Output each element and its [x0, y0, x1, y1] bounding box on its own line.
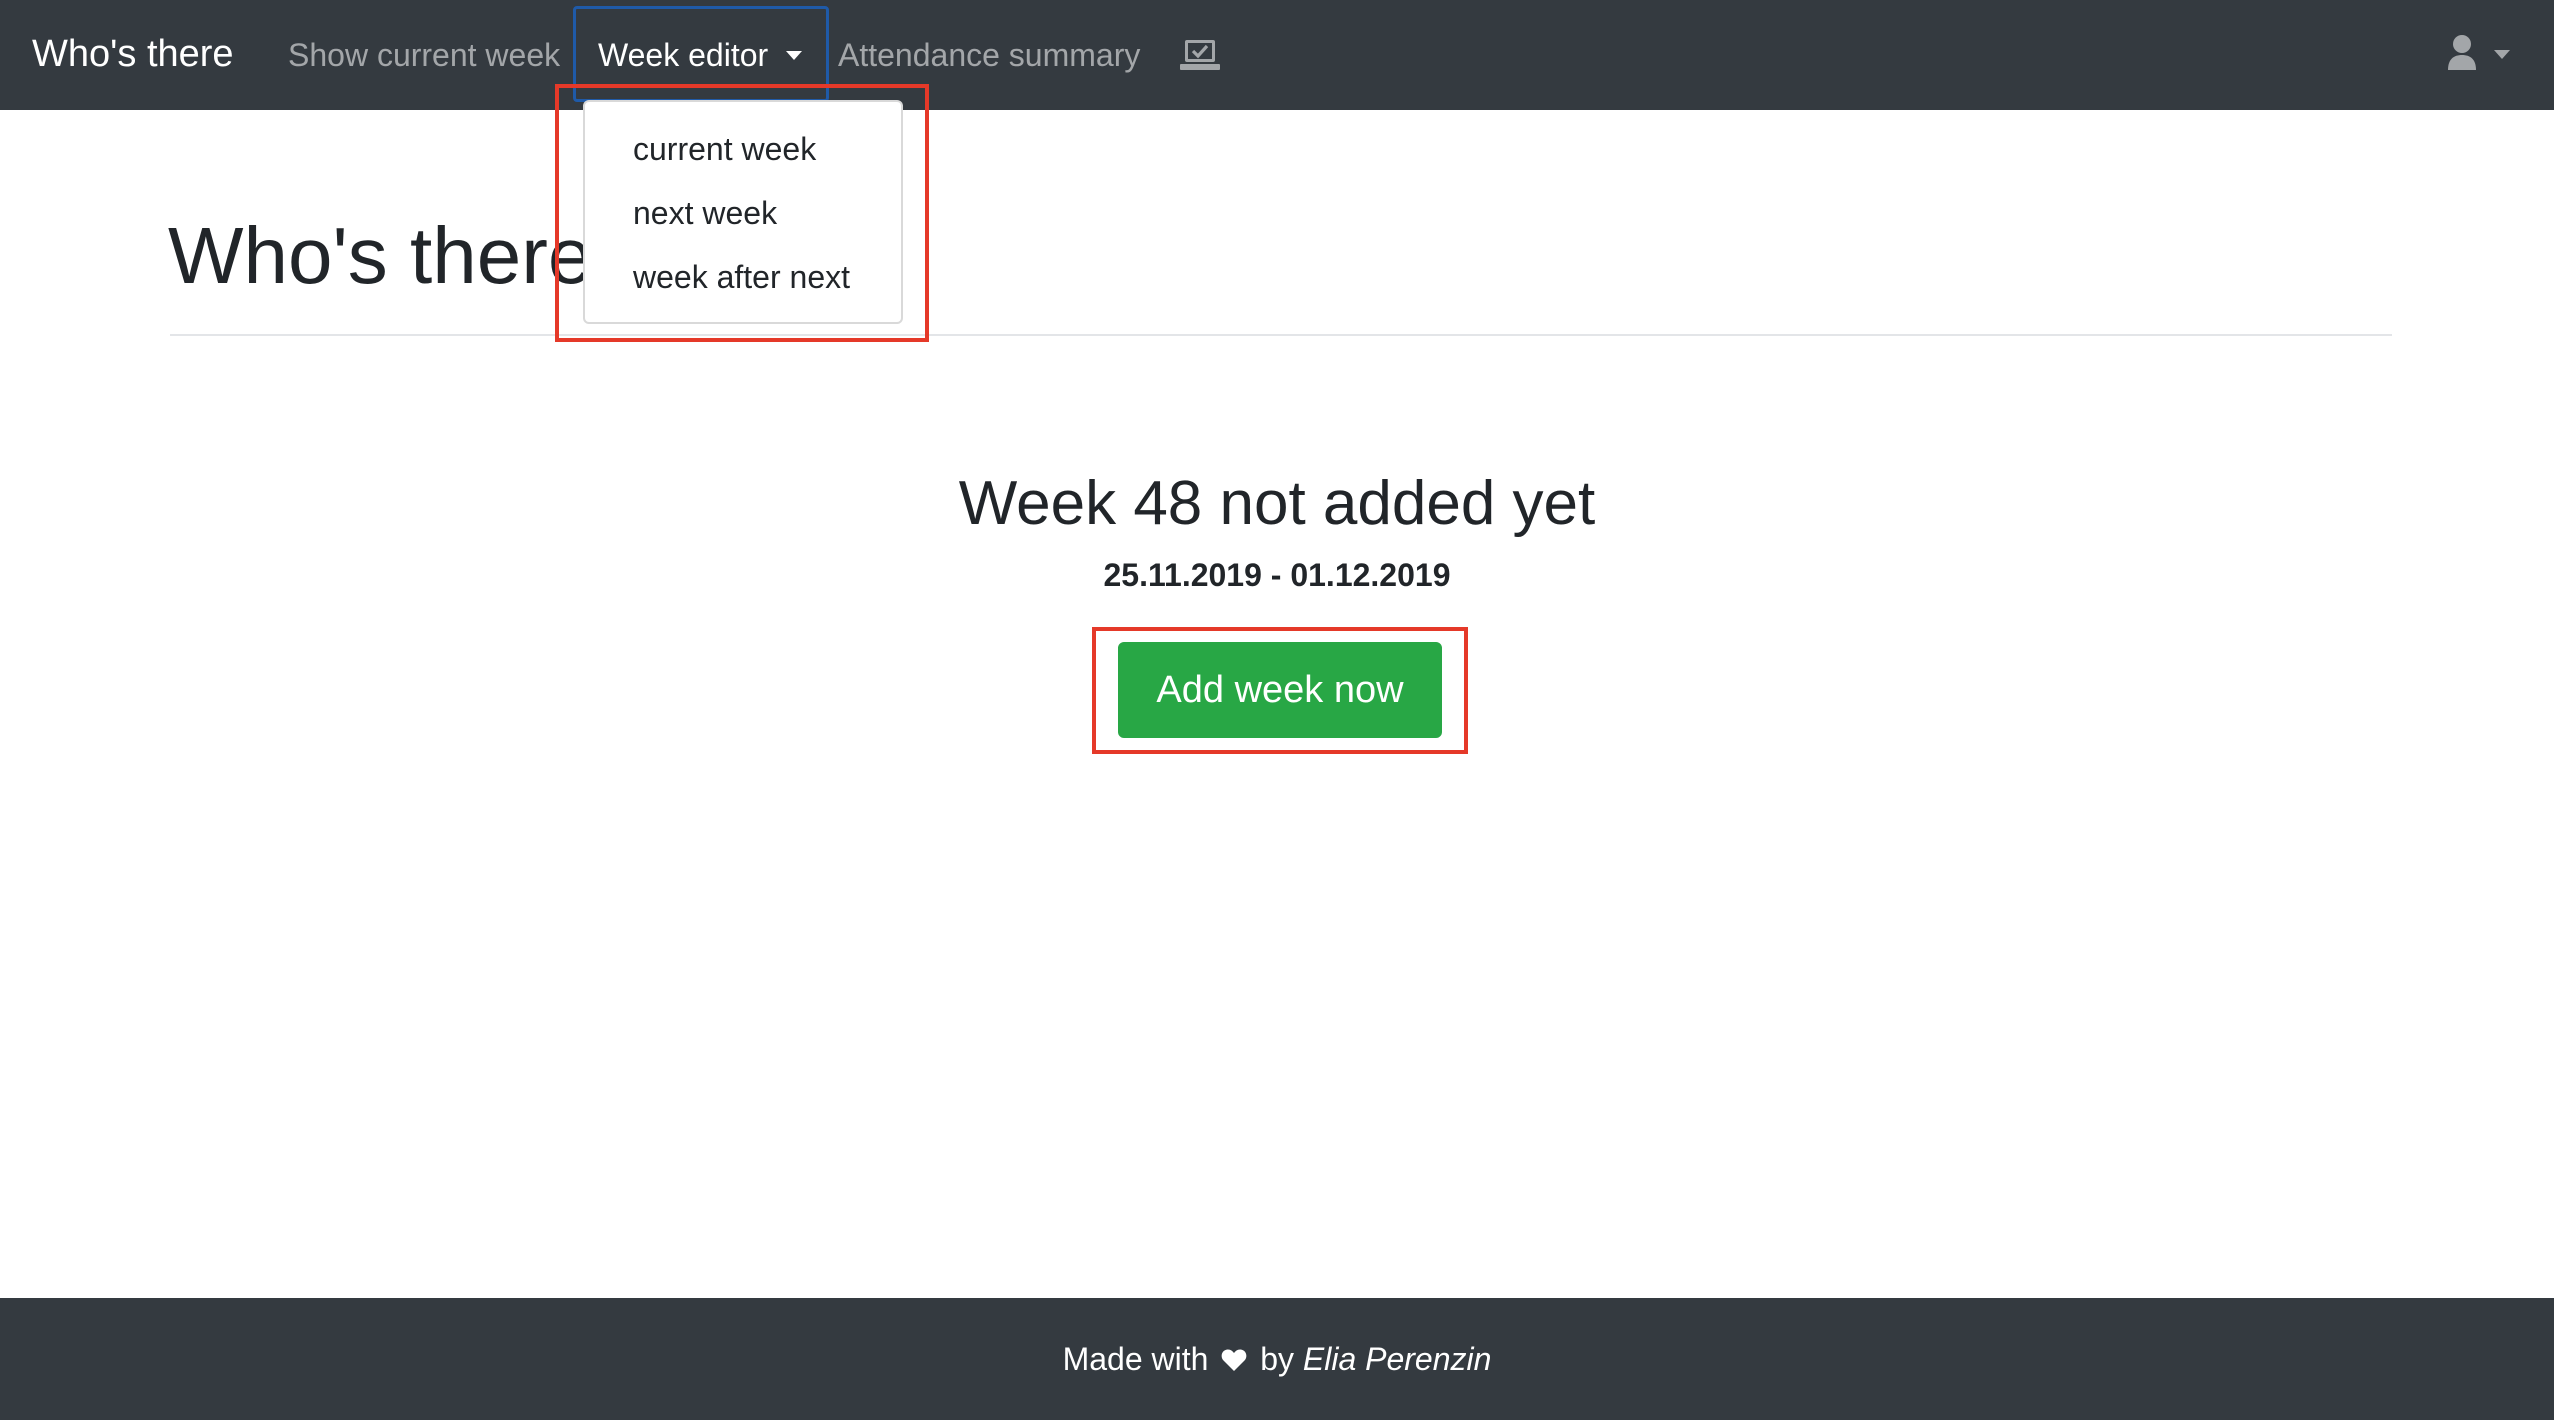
chevron-down-icon	[786, 51, 803, 60]
week-editor-dropdown: current week next week week after next	[583, 100, 903, 324]
heart-icon	[1221, 1336, 1247, 1371]
page-title: Who's there	[168, 211, 593, 300]
footer-author: Elia Perenzin	[1302, 1341, 1492, 1377]
nav-week-editor-toggle[interactable]: Week editor	[598, 30, 803, 80]
laptop-check-icon[interactable]	[1180, 38, 1220, 72]
divider	[170, 334, 2392, 336]
nav-attendance-summary[interactable]: Attendance summary	[838, 30, 1140, 80]
week-date-range: 25.11.2019 - 01.12.2019	[1103, 557, 1451, 593]
brand-link[interactable]: Who's there	[32, 26, 234, 82]
add-week-button[interactable]: Add week now	[1118, 642, 1442, 738]
navbar: Who's there Show current week Week edito…	[0, 0, 2554, 110]
chevron-down-icon	[2494, 50, 2510, 59]
dropdown-item-week-after-next[interactable]: week after next	[633, 254, 850, 300]
dropdown-item-current-week[interactable]: current week	[633, 126, 816, 172]
user-menu-toggle[interactable]	[2446, 34, 2516, 76]
nav-show-current-week[interactable]: Show current week	[288, 30, 560, 80]
nav-week-editor-label: Week editor	[598, 37, 769, 73]
footer-by: by	[1260, 1341, 1294, 1377]
footer: Made with by Elia Perenzin	[0, 1298, 2554, 1420]
week-status-heading: Week 48 not added yet	[958, 469, 1596, 538]
footer-made-with: Made with	[1062, 1341, 1209, 1377]
footer-text: Made with by Elia Perenzin	[0, 1334, 2554, 1384]
dropdown-item-next-week[interactable]: next week	[633, 190, 777, 236]
user-icon	[2446, 34, 2478, 72]
